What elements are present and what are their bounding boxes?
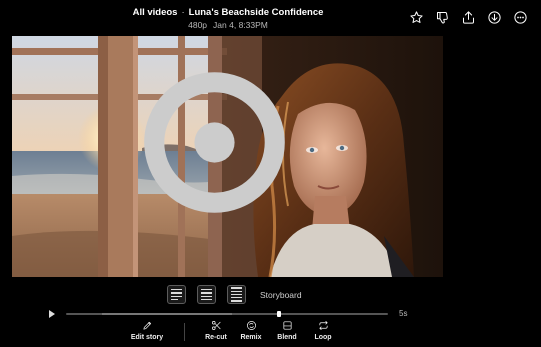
loop-label: Loop: [314, 334, 332, 341]
blend-label: Blend: [277, 334, 297, 341]
blend-button[interactable]: Blend: [269, 320, 305, 345]
edit-story-button[interactable]: Edit story: [124, 320, 170, 345]
video-player[interactable]: [12, 36, 443, 277]
sparkle-watermark-icon: [144, 72, 285, 213]
recut-label: Re-cut: [205, 334, 227, 341]
video-meta: 480p Jan 4, 8:33PM: [0, 20, 456, 30]
star-icon: [410, 11, 423, 23]
loop-icon: [318, 321, 328, 330]
action-bar: Edit story Re-cut Remix Blend Loop: [124, 320, 341, 345]
top-toolbar: [408, 9, 529, 26]
storyboard-bar: Storyboard: [167, 285, 302, 304]
share-button[interactable]: [460, 9, 477, 26]
edit-story-label: Edit story: [130, 334, 164, 341]
dislike-button[interactable]: [434, 9, 451, 26]
action-divider: [184, 323, 185, 341]
resolution-label: 480p: [188, 20, 208, 30]
duration-label: 5s: [399, 309, 408, 318]
more-button[interactable]: [512, 9, 529, 26]
timestamp-label: Jan 4, 8:33PM: [213, 20, 268, 30]
timeline: 5s: [0, 307, 541, 321]
pencil-icon: [142, 321, 151, 330]
storyboard-layout-full-button[interactable]: [227, 285, 246, 304]
loop-button[interactable]: Loop: [305, 320, 341, 345]
play-icon[interactable]: [49, 310, 55, 318]
timeline-track[interactable]: [66, 311, 388, 317]
favorite-button[interactable]: [408, 9, 425, 26]
timeline-marker[interactable]: [277, 311, 281, 317]
header: All videos · Luna's Beachside Confidence 4…: [0, 0, 541, 34]
video-title: Luna's Beachside Confidence: [188, 7, 324, 18]
storyboard-layout-center-button[interactable]: [197, 285, 216, 304]
blend-icon: [282, 321, 292, 330]
title-line: All videos · Luna's Beachside Confidence: [0, 7, 456, 18]
remix-button[interactable]: Remix: [233, 320, 269, 345]
share-icon: [463, 11, 474, 24]
remix-icon: [246, 321, 256, 330]
thumbs-down-icon: [437, 12, 448, 24]
storyboard-label[interactable]: Storyboard: [260, 290, 302, 300]
breadcrumb-separator: ·: [181, 7, 185, 18]
breadcrumb-all-videos[interactable]: All videos: [133, 7, 178, 18]
timeline-segment: [102, 313, 232, 315]
scissors-icon: [211, 321, 221, 330]
download-button[interactable]: [486, 9, 503, 26]
recut-button[interactable]: Re-cut: [199, 320, 233, 345]
more-icon: [514, 11, 527, 24]
remix-label: Remix: [240, 334, 262, 341]
storyboard-layout-left-button[interactable]: [167, 285, 186, 304]
download-icon: [488, 11, 501, 24]
